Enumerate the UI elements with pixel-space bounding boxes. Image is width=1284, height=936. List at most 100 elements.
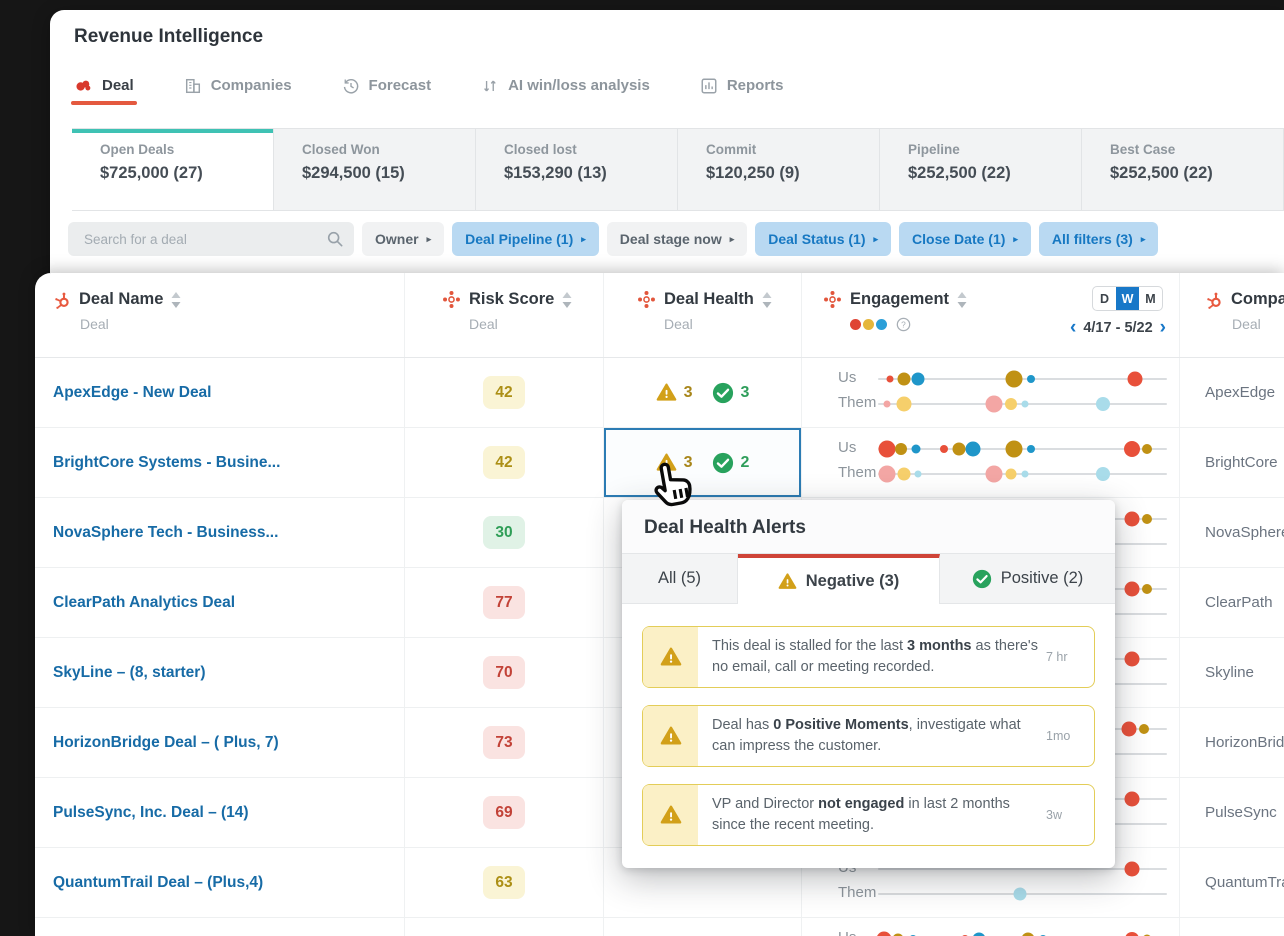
card-value: $725,000 (27) xyxy=(100,164,273,183)
filter-deal-status[interactable]: Deal Status (1)▸ xyxy=(755,222,891,256)
column-subheader: Deal xyxy=(469,316,603,332)
deal-name-link[interactable]: QuantumTrail Deal – (Plus,4) xyxy=(53,874,263,892)
engagement-dot xyxy=(1125,582,1140,597)
engagement-dot xyxy=(1125,862,1140,877)
tab-forecast[interactable]: Forecast xyxy=(342,76,432,111)
top-panel: Revenue Intelligence Deal Companies Fore… xyxy=(50,10,1284,273)
engagement-dot xyxy=(985,466,1002,483)
toggle-month[interactable]: M xyxy=(1139,287,1162,310)
tab-label: Forecast xyxy=(369,77,432,94)
engagement-us-timeline xyxy=(878,868,1167,870)
companies-icon xyxy=(184,77,202,95)
chevron-right-icon[interactable]: › xyxy=(1159,318,1167,337)
hubspot-icon xyxy=(53,291,71,309)
deal-name-link[interactable]: ApexEdge - New Deal xyxy=(53,384,212,402)
filter-owner[interactable]: Owner▸ xyxy=(362,222,444,256)
column-header-company[interactable]: Company Deal xyxy=(1180,273,1284,357)
engagement-dot xyxy=(895,443,907,455)
alert-card: Deal has 0 Positive Moments, investigate… xyxy=(642,705,1095,767)
sort-icon[interactable] xyxy=(562,292,572,308)
filter-close-date[interactable]: Close Date (1)▸ xyxy=(899,222,1031,256)
warning-icon[interactable] xyxy=(656,382,677,403)
toggle-day[interactable]: D xyxy=(1093,287,1116,310)
column-header-deal-name[interactable]: Deal Name Deal xyxy=(35,273,405,357)
sort-icon[interactable] xyxy=(957,292,967,308)
engagement-dot xyxy=(973,933,986,936)
deal-health-cell[interactable]: 3 3 xyxy=(604,358,802,427)
deal-name-link[interactable]: SkyLine – (8, starter) xyxy=(53,664,205,682)
search-icon xyxy=(326,230,344,248)
engagement-us-timeline xyxy=(878,378,1167,380)
engagement-us-label: Us xyxy=(838,929,856,936)
filter-all-filters[interactable]: All filters (3)▸ xyxy=(1039,222,1158,256)
alert-time: 3w xyxy=(1046,785,1094,845)
sort-icon[interactable] xyxy=(171,292,181,308)
engagement-dot xyxy=(915,471,922,478)
warning-icon xyxy=(643,627,698,687)
popup-tab-positive[interactable]: Positive (2) xyxy=(940,554,1115,604)
filter-deal-stage[interactable]: Deal stage now▸ xyxy=(607,222,747,256)
summary-card-closed-won[interactable]: Closed Won $294,500 (15) xyxy=(274,129,476,210)
summary-card-closed-lost[interactable]: Closed lost $153,290 (13) xyxy=(476,129,678,210)
deal-name-link[interactable]: BrightCore Systems - Busine... xyxy=(53,454,280,472)
deal-name-link[interactable]: PulseSync, Inc. Deal – (14) xyxy=(53,804,249,822)
help-icon[interactable]: ? xyxy=(896,317,911,332)
summary-card-open-deals[interactable]: Open Deals $725,000 (27) xyxy=(72,129,274,210)
toggle-week[interactable]: W xyxy=(1116,287,1139,310)
risk-score-pill: 30 xyxy=(483,516,525,549)
engagement-dot xyxy=(883,401,890,408)
engagement-dot xyxy=(1027,375,1035,383)
engagement-them-label: Them xyxy=(838,884,876,901)
engagement-dot xyxy=(1125,512,1140,527)
deal-name-link[interactable]: NovaSphere Tech - Business... xyxy=(53,524,278,542)
filter-bar: Owner▸ Deal Pipeline (1)▸ Deal stage now… xyxy=(68,222,1158,256)
engagement-them-timeline xyxy=(878,403,1167,405)
engagement-dot xyxy=(1125,652,1140,667)
company-cell: ClearPath xyxy=(1180,568,1284,637)
company-name: QuantumTrail xyxy=(1205,874,1284,891)
tab-ai-winloss[interactable]: AI win/loss analysis xyxy=(481,76,650,111)
deal-health-cell[interactable] xyxy=(604,918,802,936)
popup-tabs: All (5) Negative (3) Positive (2) xyxy=(622,554,1115,604)
chevron-right-icon: ▸ xyxy=(1013,235,1018,244)
tab-companies[interactable]: Companies xyxy=(184,76,292,111)
deal-name-cell xyxy=(35,918,405,936)
alert-time: 1mo xyxy=(1046,706,1094,766)
engagement-dot xyxy=(952,443,965,456)
deal-health-cell[interactable]: 3 2 xyxy=(604,428,802,497)
risk-score-cell: 77 xyxy=(405,568,604,637)
search-input[interactable] xyxy=(82,231,326,248)
sort-icon[interactable] xyxy=(762,292,772,308)
engagement-dot xyxy=(1027,445,1035,453)
check-icon[interactable] xyxy=(712,452,734,474)
popup-tab-all[interactable]: All (5) xyxy=(622,554,738,604)
company-cell: NovaSphere xyxy=(1180,498,1284,567)
popup-tab-negative[interactable]: Negative (3) xyxy=(738,554,940,604)
chevron-right-icon: ▸ xyxy=(874,235,879,244)
warning-icon xyxy=(643,785,698,845)
check-icon[interactable] xyxy=(712,382,734,404)
tab-reports[interactable]: Reports xyxy=(700,76,784,111)
tab-deal[interactable]: Deal xyxy=(74,76,134,111)
deal-name-link[interactable]: ClearPath Analytics Deal xyxy=(53,594,235,612)
summary-card-commit[interactable]: Commit $120,250 (9) xyxy=(678,129,880,210)
filter-deal-pipeline[interactable]: Deal Pipeline (1)▸ xyxy=(452,222,599,256)
risk-score-cell xyxy=(405,918,604,936)
engagement-us-label: Us xyxy=(838,439,856,456)
deal-search[interactable] xyxy=(68,222,354,256)
card-label: Commit xyxy=(706,142,879,157)
date-range-label: 4/17 - 5/22 xyxy=(1083,320,1152,336)
ai-analysis-icon xyxy=(481,77,499,95)
summary-card-best-case[interactable]: Best Case $252,500 (22) xyxy=(1082,129,1284,210)
chevron-left-icon[interactable]: ‹ xyxy=(1069,318,1077,337)
main-nav: Deal Companies Forecast AI win/loss anal… xyxy=(74,76,784,111)
column-header-risk-score[interactable]: Risk Score Deal xyxy=(405,273,604,357)
column-header-deal-health[interactable]: Deal Health Deal xyxy=(604,273,802,357)
summary-card-pipeline[interactable]: Pipeline $252,500 (22) xyxy=(880,129,1082,210)
column-header-engagement[interactable]: Engagement ? D W M ‹ 4/17 - 5/22 › xyxy=(802,273,1180,357)
engagement-dot xyxy=(1128,372,1143,387)
deal-name-link[interactable]: HorizonBridge Deal – ( Plus, 7) xyxy=(53,734,279,752)
deal-name-cell: ClearPath Analytics Deal xyxy=(35,568,405,637)
engagement-dot xyxy=(966,442,981,457)
card-label: Closed Won xyxy=(302,142,475,157)
